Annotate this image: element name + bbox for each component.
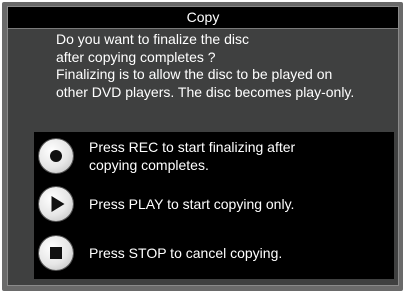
- record-button[interactable]: [39, 139, 73, 173]
- stop-icon: [50, 247, 62, 259]
- message-line: Finalizing is to allow the disc to be pl…: [56, 66, 333, 82]
- option-stop-cancel[interactable]: Press STOP to cancel copying.: [34, 232, 394, 276]
- option-label: Press PLAY to start copying only.: [89, 195, 390, 213]
- dialog-frame: Copy Do you want to finalize the disc af…: [2, 2, 403, 291]
- message-line: after copying completes ?: [56, 48, 216, 65]
- option-label: Press REC to start finalizing after copy…: [89, 138, 390, 174]
- copy-dialog: Copy Do you want to finalize the disc af…: [7, 6, 399, 286]
- option-label: Press STOP to cancel copying.: [89, 244, 390, 262]
- play-icon: [51, 196, 65, 212]
- option-label-line: Press STOP to cancel copying.: [89, 245, 283, 261]
- message-line: Do you want to finalize the disc: [56, 31, 249, 47]
- option-label-line: copying completes.: [89, 157, 209, 173]
- option-label-line: Press REC to start finalizing after: [89, 139, 296, 155]
- option-play-copy-only[interactable]: Press PLAY to start copying only.: [34, 183, 394, 227]
- dialog-message: Do you want to finalize the disc after c…: [56, 31, 392, 101]
- stop-button[interactable]: [39, 236, 73, 270]
- message-line: other DVD players. The disc becomes play…: [56, 83, 355, 100]
- play-button[interactable]: [39, 187, 73, 221]
- record-icon: [50, 150, 62, 162]
- dialog-title: Copy: [8, 7, 398, 29]
- options-panel: Press REC to start finalizing after copy…: [34, 132, 394, 279]
- option-label-line: Press PLAY to start copying only.: [89, 196, 295, 212]
- option-rec-finalize[interactable]: Press REC to start finalizing after copy…: [34, 135, 394, 179]
